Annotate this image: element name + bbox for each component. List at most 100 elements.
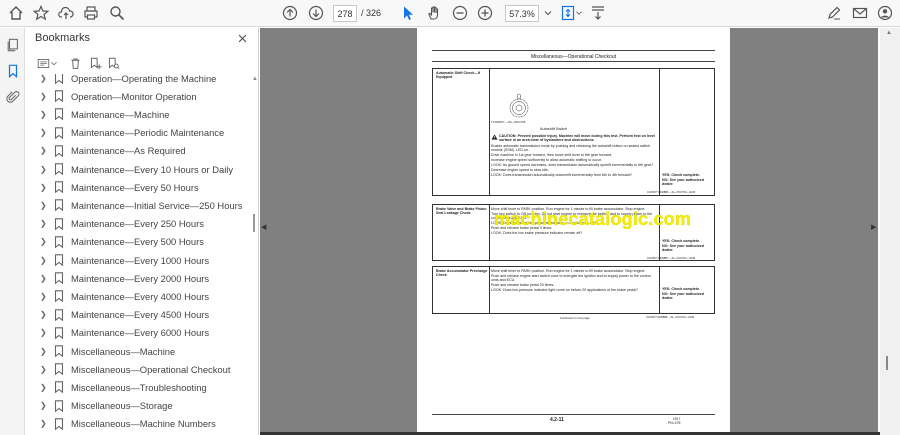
home-icon[interactable] <box>6 3 26 23</box>
bookmark-item[interactable]: ❯ Operation—Operating the Machine <box>26 74 250 87</box>
bookmark-item[interactable]: ❯ Maintenance—Every 10 Hours or Daily <box>26 160 250 178</box>
bookmark-item[interactable]: ❯ Maintenance—Every 4500 Hours <box>26 306 250 324</box>
autoshift-check-box: Automatic Shift Check—If Equipped TX1040… <box>432 68 715 196</box>
chevron-right-icon[interactable]: ❯ <box>40 310 50 319</box>
previous-page-icon[interactable] <box>280 3 300 23</box>
bookmark-item[interactable]: ❯ Maintenance—Every 1000 Hours <box>26 251 250 269</box>
bookmark-icon <box>54 181 65 194</box>
heading-cell: Brake Valve and Brake Piston Seal Leakag… <box>433 205 490 260</box>
page-number-input[interactable]: 278 <box>333 5 357 22</box>
page-number: 4.2-11 <box>550 417 564 423</box>
bookmark-icon <box>54 272 65 285</box>
bookmark-item[interactable]: ❯ Operation—Monitor Operation <box>26 87 250 105</box>
attachments-paperclip-icon[interactable] <box>4 88 21 105</box>
document-scrollbar[interactable]: ▲ <box>880 28 900 435</box>
chevron-right-icon[interactable]: ❯ <box>40 110 50 119</box>
chevron-right-icon[interactable]: ❯ <box>40 347 50 356</box>
bookmark-star-icon[interactable] <box>31 3 51 23</box>
procedure-cell: TX1040877 —UN—25OCT08 Autoshift Switch C… <box>490 69 660 195</box>
chevron-right-icon[interactable]: ❯ <box>40 128 50 137</box>
hand-tool-icon[interactable] <box>424 3 444 23</box>
bookmark-label: Maintenance—Periodic Maintenance <box>71 127 225 139</box>
bookmark-label: Miscellaneous—Storage <box>71 400 173 412</box>
scroll-mode-icon[interactable] <box>588 3 608 23</box>
bookmarks-panel: Bookmarks ❯ Operation—Operating the Machi… <box>26 28 259 435</box>
close-icon[interactable] <box>235 31 249 45</box>
options-chevron-icon[interactable] <box>49 54 59 72</box>
bookmark-item[interactable]: ❯ Miscellaneous—Storage <box>26 397 250 415</box>
bookmark-icon <box>54 399 65 412</box>
procedure-line: Decrease engine speed to slow idle. <box>491 168 549 173</box>
caution-text: CAUTION: Prevent possible injury. Machin… <box>499 134 655 143</box>
bookmark-item[interactable]: ❯ Maintenance—Every 6000 Hours <box>26 324 250 342</box>
bookmark-icon <box>54 381 65 394</box>
search-icon[interactable] <box>107 3 127 23</box>
upload-cloud-icon[interactable] <box>56 3 76 23</box>
scroll-thumb[interactable] <box>886 356 888 370</box>
chevron-right-icon[interactable]: ❯ <box>40 74 50 83</box>
scroll-up-arrow-icon[interactable]: ▲ <box>886 30 892 36</box>
bookmark-item[interactable]: ❯ Maintenance—Machine <box>26 105 250 123</box>
bookmark-item[interactable]: ❯ Maintenance—Every 2000 Hours <box>26 269 250 287</box>
zoom-dropdown-chevron-icon[interactable] <box>542 3 554 23</box>
bookmark-tree: ❯ Operation—Operating the Machine ❯ Operati… <box>26 74 250 435</box>
chevron-right-icon[interactable]: ❯ <box>40 419 50 428</box>
account-user-icon[interactable] <box>875 3 895 23</box>
next-page-icon[interactable] <box>306 3 326 23</box>
chevron-right-icon[interactable]: ❯ <box>40 401 50 410</box>
chevron-right-icon[interactable]: ❯ <box>40 365 50 374</box>
bookmark-item[interactable]: ❯ Maintenance—Every 250 Hours <box>26 215 250 233</box>
no-result: NO: See your authorized dealer. <box>662 292 704 301</box>
chevron-right-icon[interactable]: ❯ <box>40 292 50 301</box>
procedure-line: Push and release engine start switch onc… <box>491 274 651 283</box>
chevron-right-icon[interactable]: ❯ <box>40 165 50 174</box>
bookmark-icon <box>54 108 65 121</box>
chevron-right-icon[interactable]: ❯ <box>40 383 50 392</box>
bookmark-item[interactable]: ❯ Maintenance—As Required <box>26 142 250 160</box>
find-bookmark-icon[interactable] <box>104 54 122 72</box>
bookmark-label: Maintenance—Every 50 Hours <box>71 181 199 193</box>
chevron-right-icon[interactable]: ❯ <box>40 183 50 192</box>
watermark: machinecatalogic.com <box>494 209 692 229</box>
scroll-thumb[interactable] <box>253 214 255 232</box>
new-bookmark-icon[interactable] <box>86 54 104 72</box>
sign-pen-icon[interactable] <box>824 3 844 23</box>
bookmark-icon <box>54 308 65 321</box>
collapse-left-arrow-icon[interactable]: ◀ <box>261 223 266 231</box>
chevron-right-icon[interactable]: ❯ <box>40 237 50 246</box>
chevron-right-icon[interactable]: ❯ <box>40 201 50 210</box>
bookmark-icon <box>54 126 65 139</box>
scroll-up-arrow-icon[interactable]: ▲ <box>252 76 258 82</box>
chevron-right-icon[interactable]: ❯ <box>40 328 50 337</box>
zoom-out-icon[interactable] <box>450 3 470 23</box>
collapse-right-arrow-icon[interactable]: ▶ <box>871 223 876 231</box>
yes-result: YES: Check complete. <box>662 287 700 291</box>
bookmark-item[interactable]: ❯ Maintenance—Every 4000 Hours <box>26 287 250 305</box>
bookmark-item[interactable]: ❯ Miscellaneous—Machine Numbers <box>26 415 250 433</box>
chevron-right-icon[interactable]: ❯ <box>40 92 50 101</box>
bookmark-item[interactable]: ❯ Maintenance—Periodic Maintenance <box>26 124 250 142</box>
zoom-in-icon[interactable] <box>475 3 495 23</box>
bookmark-item[interactable]: ❯ Miscellaneous—Operational Checkout <box>26 360 250 378</box>
bookmarks-panel-icon[interactable] <box>4 62 21 79</box>
delete-trash-icon[interactable] <box>66 54 84 72</box>
bookmark-item[interactable]: ❯ Miscellaneous—Troubleshooting <box>26 378 250 396</box>
chevron-right-icon[interactable]: ❯ <box>40 146 50 155</box>
fit-dropdown-chevron-icon[interactable] <box>574 3 584 23</box>
bookmark-toolbar <box>32 54 152 72</box>
chevron-right-icon[interactable]: ❯ <box>40 219 50 228</box>
procedure-line: LOOK: Does transmission automatically do… <box>491 173 633 178</box>
bookmark-item[interactable]: ❯ Maintenance—Every 50 Hours <box>26 178 250 196</box>
bookmark-item[interactable]: ❯ Maintenance—Initial Service—250 Hours <box>26 196 250 214</box>
document-viewport[interactable]: ◀ ▶ Miscellaneous—Operational Checkout A… <box>260 28 878 432</box>
chevron-right-icon[interactable]: ❯ <box>40 256 50 265</box>
page-thumbnails-icon[interactable] <box>4 36 21 53</box>
chevron-right-icon[interactable]: ❯ <box>40 274 50 283</box>
zoom-level-input[interactable]: 57.3% <box>505 5 539 22</box>
envelope-icon[interactable] <box>850 3 870 23</box>
select-cursor-icon[interactable] <box>398 3 418 23</box>
print-icon[interactable] <box>81 3 101 23</box>
bookmark-item[interactable]: ❯ Maintenance—Every 500 Hours <box>26 233 250 251</box>
bookmark-item[interactable]: ❯ Miscellaneous—Machine <box>26 342 250 360</box>
bookmark-scrollbar[interactable]: ▲ <box>250 74 259 435</box>
